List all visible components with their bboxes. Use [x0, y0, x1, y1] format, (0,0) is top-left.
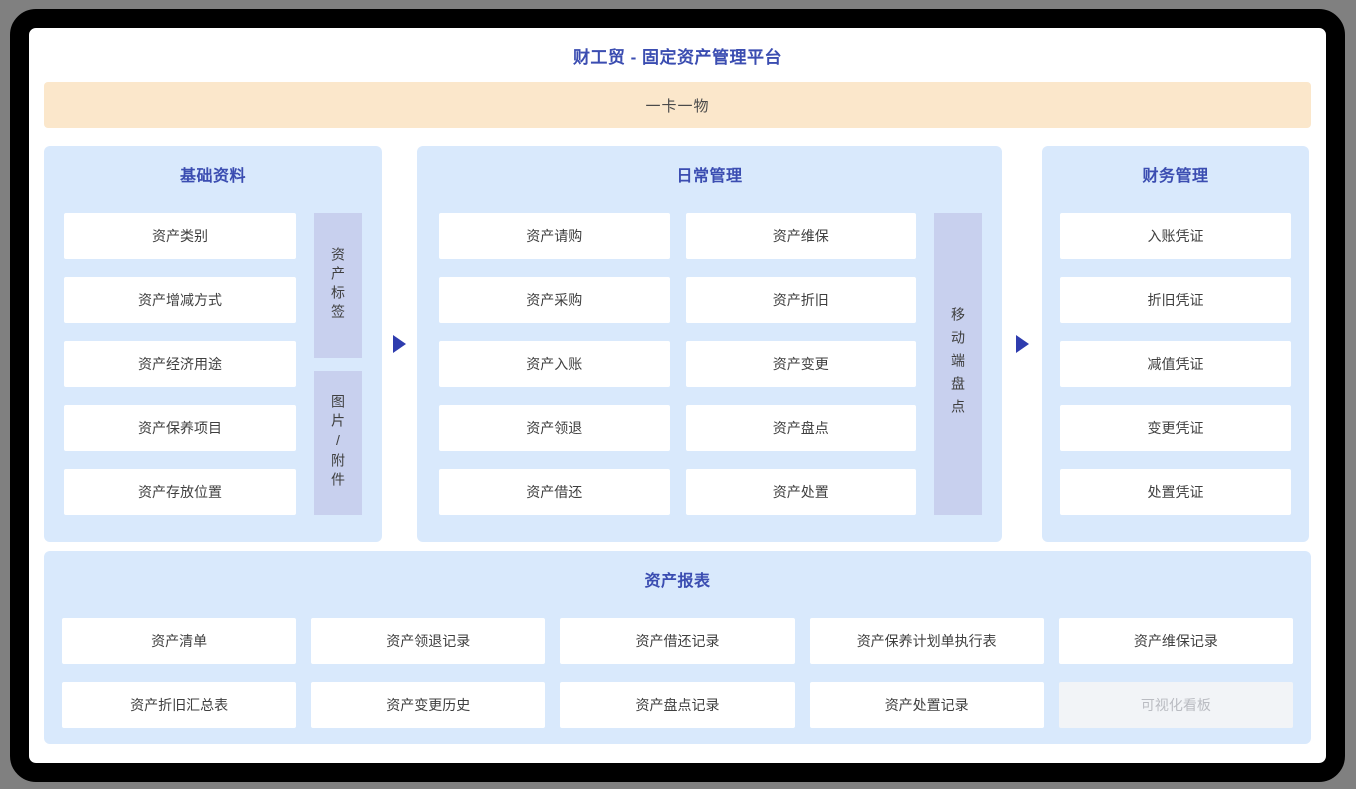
report-card-borrow-return-records: 资产借还记录 — [560, 618, 794, 664]
finance-items-column: 入账凭证 折旧凭证 减值凭证 变更凭证 处置凭证 — [1060, 213, 1291, 515]
report-card-maintenance-plan-execution: 资产保养计划单执行表 — [810, 618, 1044, 664]
module-card-asset-category: 资产类别 — [64, 213, 296, 259]
module-card-asset-inventory: 资产盘点 — [686, 405, 917, 451]
panel-financial-management-title: 财务管理 — [1042, 168, 1309, 186]
module-card-asset-borrow-return: 资产借还 — [439, 469, 670, 515]
flow-arrow-icon — [393, 335, 406, 353]
report-card-visual-dashboard: 可视化看板 — [1059, 682, 1293, 728]
basic-items-column: 资产类别 资产增减方式 资产经济用途 资产保养项目 资产存放位置 — [64, 213, 296, 515]
module-card-disposal-voucher: 处置凭证 — [1060, 469, 1291, 515]
module-card-asset-depreciation: 资产折旧 — [686, 277, 917, 323]
module-card-asset-requisition: 资产请购 — [439, 213, 670, 259]
module-card-asset-increase-decrease-method: 资产增减方式 — [64, 277, 296, 323]
device-frame: 财工贸 - 固定资产管理平台 一卡一物 基础资料 资产类别 资产增减方式 资产经… — [10, 9, 1345, 782]
main-sections-row: 基础资料 资产类别 资产增减方式 资产经济用途 资产保养项目 资产存放位置 资产… — [44, 146, 1311, 542]
vertical-tag-asset-label: 资产标签 — [314, 213, 362, 358]
module-card-asset-entry: 资产入账 — [439, 341, 670, 387]
flow-arrow-icon — [1016, 335, 1029, 353]
module-card-asset-change: 资产变更 — [686, 341, 917, 387]
report-card-asset-list: 资产清单 — [62, 618, 296, 664]
vertical-tag-image-attachment: 图片/附件 — [314, 371, 362, 516]
report-card-maintenance-records: 资产维保记录 — [1059, 618, 1293, 664]
flow-arrow-gap-2 — [1002, 146, 1042, 542]
panel-asset-reports-title: 资产报表 — [44, 573, 1311, 591]
module-card-asset-disposal: 资产处置 — [686, 469, 917, 515]
module-card-asset-maintenance-item: 资产保养项目 — [64, 405, 296, 451]
panel-daily-management-title: 日常管理 — [417, 168, 1002, 186]
vertical-tag-mobile-inventory: 移动端盘点 — [934, 213, 982, 515]
reports-grid: 资产清单 资产领退记录 资产借还记录 资产保养计划单执行表 资产维保记录 资产折… — [44, 618, 1311, 728]
panel-daily-management: 日常管理 资产请购 资产采购 资产入账 资产领退 资产借还 资产维保 资产折旧 … — [417, 146, 1002, 542]
report-card-disposal-records: 资产处置记录 — [810, 682, 1044, 728]
module-card-asset-purchase: 资产采购 — [439, 277, 670, 323]
report-card-change-history: 资产变更历史 — [311, 682, 545, 728]
daily-items-column-1: 资产请购 资产采购 资产入账 资产领退 资产借还 — [439, 213, 670, 515]
module-card-change-voucher: 变更凭证 — [1060, 405, 1291, 451]
panel-financial-management-body: 入账凭证 折旧凭证 减值凭证 变更凭证 处置凭证 — [1042, 213, 1309, 515]
banner-one-card-one-item: 一卡一物 — [44, 82, 1311, 128]
platform-overview-page: 财工贸 - 固定资产管理平台 一卡一物 基础资料 资产类别 资产增减方式 资产经… — [29, 28, 1326, 763]
module-card-depreciation-voucher: 折旧凭证 — [1060, 277, 1291, 323]
report-card-issue-return-records: 资产领退记录 — [311, 618, 545, 664]
page-title: 财工贸 - 固定资产管理平台 — [44, 46, 1311, 70]
panel-basic-data-body: 资产类别 资产增减方式 资产经济用途 资产保养项目 资产存放位置 资产标签 图片… — [44, 213, 382, 515]
panel-asset-reports: 资产报表 资产清单 资产领退记录 资产借还记录 资产保养计划单执行表 资产维保记… — [44, 551, 1311, 744]
report-card-inventory-records: 资产盘点记录 — [560, 682, 794, 728]
module-card-asset-economic-use: 资产经济用途 — [64, 341, 296, 387]
report-card-depreciation-summary: 资产折旧汇总表 — [62, 682, 296, 728]
basic-tags-column: 资产标签 图片/附件 — [314, 213, 362, 515]
daily-items-column-2: 资产维保 资产折旧 资产变更 资产盘点 资产处置 — [686, 213, 917, 515]
panel-basic-data: 基础资料 资产类别 资产增减方式 资产经济用途 资产保养项目 资产存放位置 资产… — [44, 146, 382, 542]
panel-basic-data-title: 基础资料 — [44, 168, 382, 186]
panel-daily-management-body: 资产请购 资产采购 资产入账 资产领退 资产借还 资产维保 资产折旧 资产变更 … — [417, 213, 1002, 515]
module-card-asset-maintenance: 资产维保 — [686, 213, 917, 259]
module-card-impairment-voucher: 减值凭证 — [1060, 341, 1291, 387]
module-card-asset-storage-location: 资产存放位置 — [64, 469, 296, 515]
flow-arrow-gap-1 — [382, 146, 417, 542]
panel-financial-management: 财务管理 入账凭证 折旧凭证 减值凭证 变更凭证 处置凭证 — [1042, 146, 1309, 542]
module-card-entry-voucher: 入账凭证 — [1060, 213, 1291, 259]
module-card-asset-issue-return: 资产领退 — [439, 405, 670, 451]
